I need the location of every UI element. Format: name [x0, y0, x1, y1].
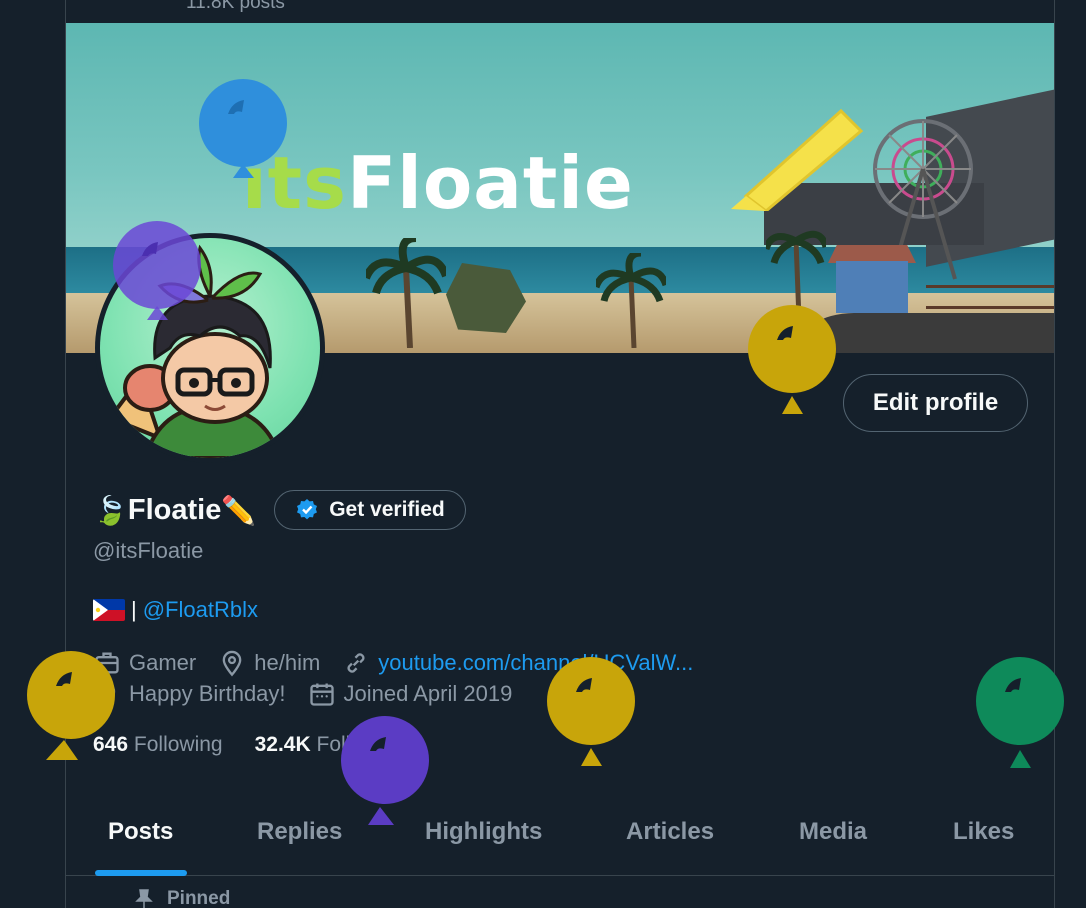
- profile-meta-row-2: Happy Birthday! Joined April 2019: [93, 680, 534, 708]
- balloon-icon: [748, 305, 836, 414]
- joined-item: Joined April 2019: [308, 680, 513, 708]
- tab-highlights[interactable]: Highlights: [425, 818, 542, 846]
- balloon-icon: [341, 716, 429, 825]
- palm-tree: [596, 253, 666, 348]
- tab-likes[interactable]: Likes: [953, 818, 1014, 846]
- banner-logo: itsFloatie: [242, 141, 634, 225]
- balloon-icon: [27, 651, 115, 760]
- tab-articles[interactable]: Articles: [626, 818, 714, 846]
- active-tab-indicator: [95, 870, 187, 876]
- tab-media[interactable]: Media: [799, 818, 867, 846]
- joined-label: Joined April 2019: [343, 681, 513, 706]
- balloon-icon: [547, 657, 635, 766]
- link-icon: [347, 653, 365, 673]
- balloon-icon: [199, 79, 287, 178]
- tab-posts[interactable]: Posts: [108, 818, 173, 846]
- philippines-flag-icon: [93, 599, 125, 621]
- profile-handle: @itsFloatie: [93, 538, 204, 563]
- bio-mention-link[interactable]: @FloatRblx: [143, 597, 258, 623]
- website-link[interactable]: youtube.com/channel/UCValW...: [378, 650, 693, 676]
- leaf-emoji: 🍃: [93, 494, 128, 526]
- category-label: Gamer: [129, 650, 197, 675]
- pinned-label: Pinned: [167, 888, 231, 908]
- display-name: Floatie: [127, 493, 222, 526]
- pinned-label-row: Pinned: [135, 888, 230, 908]
- birthday-item: Happy Birthday!: [93, 680, 286, 708]
- post-count: 11.8K posts: [186, 0, 285, 13]
- location-item: he/him: [218, 649, 320, 677]
- calendar-icon: [309, 683, 334, 706]
- pencil-emoji: ✏️: [221, 494, 257, 526]
- pencil-icon: [731, 108, 864, 211]
- balloon-icon: [976, 657, 1064, 768]
- bio-separator: |: [131, 597, 137, 622]
- pin-icon: [135, 889, 153, 908]
- location-pin-icon: [222, 650, 242, 677]
- get-verified-button[interactable]: Get verified: [274, 490, 466, 530]
- location-label: he/him: [254, 650, 321, 675]
- verified-badge-icon: [297, 499, 318, 520]
- name-row: 🍃 Floatie ✏️ Get verified: [93, 490, 466, 530]
- tab-replies[interactable]: Replies: [257, 818, 342, 846]
- balloon-icon: [113, 221, 201, 320]
- website-item[interactable]: youtube.com/channel/UCValW...: [342, 649, 693, 677]
- bio: | @FloatRblx: [93, 597, 258, 623]
- profile-tabs: Posts Replies Highlights Articles Media …: [66, 800, 1054, 876]
- followers-count: 32.4K: [254, 733, 311, 756]
- following-label: Following: [133, 733, 223, 756]
- get-verified-label: Get verified: [329, 498, 445, 521]
- birthday-label: Happy Birthday!: [129, 681, 286, 706]
- edit-profile-button[interactable]: Edit profile: [843, 374, 1028, 432]
- palm-tree: [366, 238, 446, 348]
